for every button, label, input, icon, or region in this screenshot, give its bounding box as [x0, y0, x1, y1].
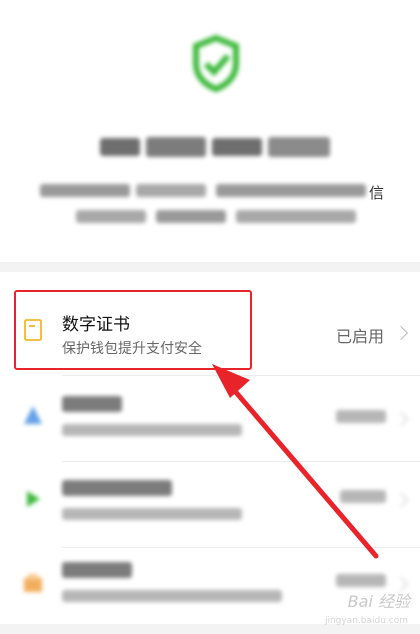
list-item-status-obscured: [336, 410, 386, 423]
list-item-status-obscured: [336, 574, 386, 587]
description-line-2-obscured: [76, 206, 356, 226]
watermark-subtext: jingyan.baidu.com: [324, 616, 408, 626]
description-line-1-obscured: [40, 180, 390, 200]
chevron-right-icon: [393, 411, 409, 427]
chevron-right-icon: [393, 325, 409, 341]
list-item-subtitle-obscured: [62, 424, 242, 436]
watermark-text: Bai 经验: [347, 592, 410, 611]
digital-certificate-status: 已启用: [335, 327, 384, 346]
orange-app-icon: [24, 574, 42, 592]
list-item-status-obscured: [340, 490, 386, 503]
chevron-right-icon: [393, 492, 409, 508]
wechat-pay-shield-icon: [193, 34, 239, 92]
list-item-obscured-1[interactable]: [0, 376, 420, 462]
list-item-subtitle-obscured: [62, 508, 242, 520]
page-title-obscured: [100, 134, 330, 160]
list-item-obscured-2[interactable]: [0, 462, 420, 548]
section-gap: [0, 262, 420, 272]
blue-app-icon: [24, 406, 42, 424]
list-item-title-obscured: [62, 396, 122, 412]
list-item-title-obscured: [62, 480, 172, 496]
description-tail-text: 信: [369, 184, 385, 202]
highlight-box: [14, 290, 252, 370]
list-item-subtitle-obscured: [62, 590, 282, 602]
green-app-icon: [27, 491, 40, 507]
list-item-title-obscured: [62, 562, 132, 578]
header-section: 信: [0, 0, 420, 262]
